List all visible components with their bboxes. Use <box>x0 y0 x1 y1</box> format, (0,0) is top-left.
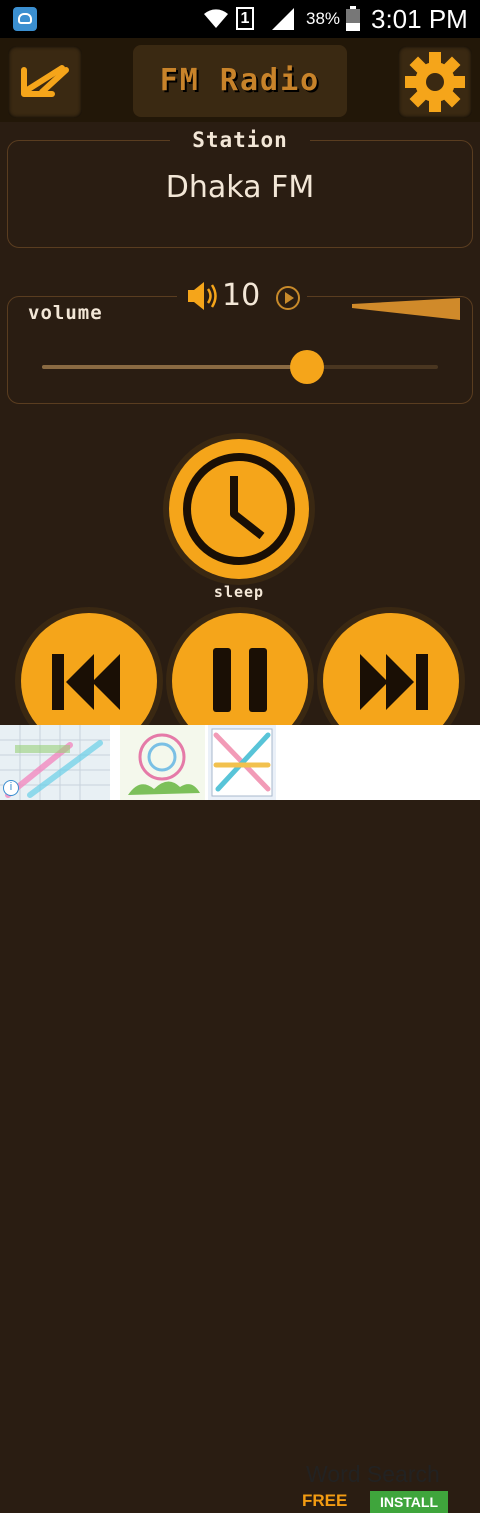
page-title: FM Radio <box>159 63 321 98</box>
ad-thumbnail-puzzle <box>208 725 276 800</box>
station-name: Dhaka FM <box>165 170 315 205</box>
sim-slot-indicator: 1 <box>236 7 254 30</box>
volume-value: 10 <box>222 278 261 313</box>
clock-time: 3:01 PM <box>371 4 468 34</box>
volume-slider-fill <box>42 365 307 369</box>
play-icon[interactable] <box>275 285 301 311</box>
back-button[interactable] <box>8 46 82 118</box>
ad-price: FREE <box>302 1491 348 1510</box>
back-arrow-icon <box>21 65 69 97</box>
app-notification-icon <box>13 7 37 31</box>
volume-slider[interactable] <box>42 350 438 384</box>
gear-icon <box>405 52 465 112</box>
ad-banner[interactable]: Word Search FREE INSTALL <box>0 725 480 1513</box>
settings-button[interactable] <box>398 46 472 118</box>
ad-title: Word Search <box>306 1461 440 1487</box>
battery-icon <box>346 6 360 31</box>
volume-slider-thumb[interactable] <box>290 350 324 384</box>
battery-percent: 38% <box>306 9 341 28</box>
volume-level-indicator <box>352 298 460 320</box>
signal-icon <box>272 8 294 30</box>
wifi-icon <box>204 9 228 28</box>
ad-thumbnail-logo <box>120 725 205 800</box>
station-label: Station <box>170 128 310 154</box>
title-panel: FM Radio <box>133 45 347 117</box>
ad-info-icon[interactable]: i <box>3 780 19 796</box>
status-bar: 1 38% 3:01 PM <box>0 0 480 38</box>
ad-install-button[interactable]: INSTALL <box>370 1491 448 1513</box>
sleep-label: sleep <box>213 583 265 601</box>
volume-label: volume <box>26 302 105 324</box>
sleep-button[interactable] <box>162 432 316 586</box>
speaker-icon[interactable] <box>184 278 220 314</box>
